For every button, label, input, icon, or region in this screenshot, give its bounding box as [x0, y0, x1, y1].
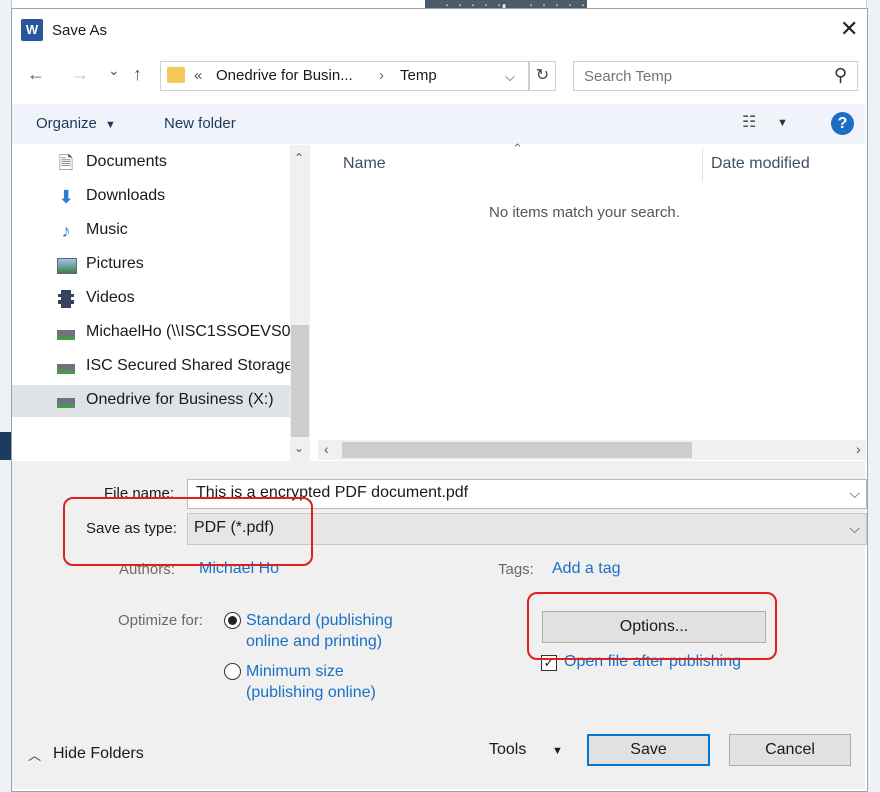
- optimize-minimum-radio[interactable]: [224, 663, 241, 680]
- pictures-icon: [56, 255, 77, 275]
- up-button[interactable]: ↑: [133, 64, 142, 85]
- column-header-date-modified[interactable]: Date modified: [711, 155, 810, 173]
- sidebar-item-label: Documents: [86, 153, 167, 170]
- chevron-down-icon[interactable]: ⌵: [849, 485, 860, 502]
- address-overflow[interactable]: «: [194, 67, 202, 84]
- scroll-down-icon[interactable]: ⌄: [294, 441, 304, 455]
- scrollbar-thumb[interactable]: [291, 325, 309, 437]
- network-drive-icon: [56, 357, 76, 377]
- option-text-line: Standard (publishing: [246, 612, 393, 629]
- organize-label: Organize: [36, 115, 97, 132]
- address-bar[interactable]: « Onedrive for Busin... › Temp ⌵: [160, 61, 529, 91]
- search-icon[interactable]: ⚲: [834, 65, 847, 86]
- sidebar-item-label: Pictures: [86, 255, 144, 272]
- downloads-icon: ⬇: [58, 187, 74, 207]
- save-button[interactable]: Save: [587, 734, 710, 766]
- back-button[interactable]: ←: [27, 64, 45, 85]
- address-separator: ›: [379, 67, 384, 84]
- sidebar-item-onedrive-business[interactable]: Onedrive for Business (X:): [12, 385, 290, 417]
- command-bar: [12, 104, 865, 144]
- help-button[interactable]: ?: [831, 112, 854, 135]
- view-options-icon[interactable]: ☷: [742, 112, 756, 132]
- address-segment-onedrive[interactable]: Onedrive for Busin...: [216, 67, 353, 84]
- background-window-fragment: [0, 432, 11, 460]
- navigation-scrollbar[interactable]: ⌃ ⌄: [290, 145, 310, 461]
- search-input[interactable]: [582, 65, 816, 87]
- sidebar-item-michaelho-drive[interactable]: MichaelHo (\\ISC1SSOEVS0: [12, 317, 290, 349]
- refresh-button[interactable]: ↻: [529, 61, 556, 91]
- sidebar-item-label: MichaelHo (\\ISC1SSOEVS0: [86, 323, 290, 340]
- window-title: Save As: [52, 22, 108, 39]
- background-window-edge-right: [866, 0, 880, 792]
- chevron-down-icon[interactable]: ⌵: [505, 69, 515, 85]
- optimize-minimum-label[interactable]: Minimum size (publishing online): [246, 661, 376, 703]
- forward-button[interactable]: →: [71, 64, 89, 85]
- music-icon: ♪: [61, 221, 71, 241]
- network-drive-icon: [56, 323, 76, 343]
- address-segment-temp[interactable]: Temp: [400, 67, 437, 84]
- recent-locations-button[interactable]: ⌄: [108, 62, 120, 79]
- column-header-name[interactable]: Name: [343, 155, 386, 173]
- option-text-line: (publishing online): [246, 684, 376, 701]
- column-divider[interactable]: [702, 148, 703, 182]
- documents-icon: 🗎: [58, 153, 74, 173]
- view-dropdown-arrow-icon[interactable]: ▼: [777, 117, 788, 129]
- scroll-left-icon[interactable]: ‹: [324, 441, 329, 457]
- sidebar-item-downloads[interactable]: ⬇ Downloads: [12, 181, 290, 213]
- option-text-line: online and printing): [246, 633, 383, 650]
- sidebar-item-label: Downloads: [86, 187, 166, 204]
- videos-icon: [56, 289, 76, 309]
- option-text-line: Minimum size: [246, 663, 344, 680]
- scroll-right-icon[interactable]: ›: [856, 441, 861, 457]
- new-folder-button[interactable]: New folder: [164, 115, 236, 132]
- sidebar-item-documents[interactable]: 🗎 Documents: [12, 147, 290, 179]
- close-button[interactable]: ✕: [840, 16, 858, 42]
- sort-indicator-icon: ⌃: [512, 141, 523, 156]
- scrollbar-thumb[interactable]: [342, 442, 692, 458]
- sidebar-item-music[interactable]: ♪ Music: [12, 215, 290, 247]
- sidebar-item-videos[interactable]: Videos: [12, 283, 290, 315]
- file-list-horizontal-scrollbar[interactable]: ‹ ›: [318, 440, 866, 460]
- sidebar-item-label: Music: [86, 221, 128, 238]
- optimize-for-label: Optimize for:: [118, 612, 204, 629]
- hide-folders-button[interactable]: Hide Folders: [53, 745, 144, 763]
- folder-icon: [167, 67, 185, 83]
- file-list: [314, 145, 866, 461]
- sidebar-item-pictures[interactable]: Pictures: [12, 249, 290, 281]
- cancel-button[interactable]: Cancel: [729, 734, 851, 766]
- chevron-down-icon[interactable]: ⌵: [849, 520, 860, 537]
- empty-message: No items match your search.: [489, 204, 680, 221]
- sidebar-item-label: ISC Secured Shared Storage: [86, 357, 290, 374]
- organize-button[interactable]: Organize ▼: [36, 115, 116, 132]
- word-icon: W: [21, 19, 43, 41]
- sidebar-item-label: Onedrive for Business (X:): [86, 391, 274, 408]
- chevron-up-icon[interactable]: ︿: [28, 745, 41, 764]
- dropdown-arrow-icon: ▼: [105, 119, 116, 131]
- highlight-options-button: [527, 592, 777, 660]
- search-box[interactable]: ⚲: [573, 61, 858, 91]
- sidebar-item-label: Videos: [86, 289, 135, 306]
- optimize-standard-radio[interactable]: [224, 612, 241, 629]
- tags-label: Tags:: [498, 561, 534, 578]
- scroll-up-icon[interactable]: ⌃: [294, 151, 304, 165]
- tools-button[interactable]: Tools: [489, 741, 526, 759]
- optimize-standard-label[interactable]: Standard (publishing online and printing…: [246, 610, 393, 652]
- highlight-save-as-type: [63, 497, 313, 566]
- sidebar-item-isc-shared-storage[interactable]: ISC Secured Shared Storage: [12, 351, 290, 383]
- tools-dropdown-arrow-icon[interactable]: ▼: [552, 745, 563, 757]
- add-tag-link[interactable]: Add a tag: [552, 560, 621, 578]
- network-drive-icon: [56, 391, 76, 411]
